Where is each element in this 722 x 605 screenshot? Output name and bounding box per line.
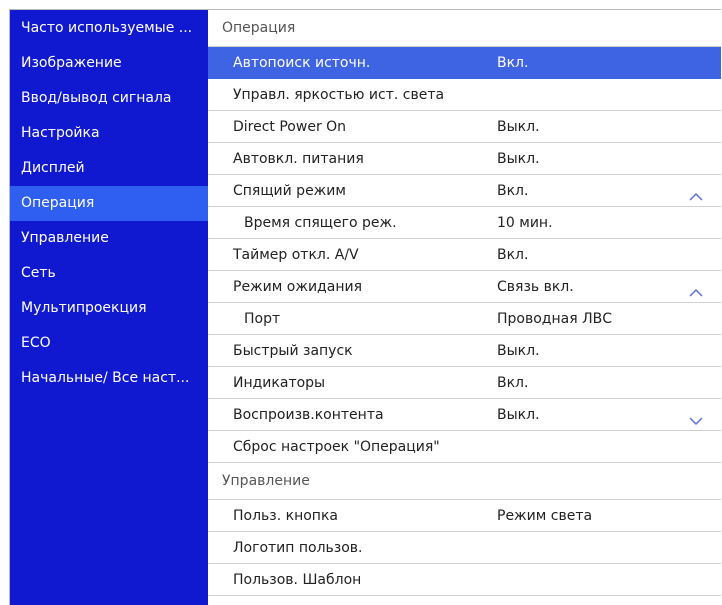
setting-label: Автопоиск источн. — [233, 55, 371, 71]
setting-row[interactable]: Быстрый запуск Выкл. — [208, 335, 721, 367]
sidebar-item[interactable]: Сеть — [10, 256, 208, 291]
chevron-up-icon[interactable] — [688, 184, 704, 201]
settings-window: Часто используемые ... Изображение Ввод/вы… — [9, 9, 721, 605]
setting-value: Выкл. — [497, 151, 540, 167]
setting-value: 10 мин. — [497, 215, 553, 231]
sidebar-item[interactable]: Мультипроекция — [10, 291, 208, 326]
sidebar-item[interactable]: Изображение — [10, 46, 208, 81]
sidebar-item[interactable]: ECO — [10, 326, 208, 361]
sidebar-item[interactable]: Операция — [10, 186, 208, 221]
setting-label: Польз. кнопка — [233, 508, 338, 524]
setting-value: Выкл. — [497, 119, 540, 135]
setting-value: Связь вкл. — [497, 279, 574, 295]
sidebar-item[interactable]: Настройка — [10, 116, 208, 151]
sidebar-item[interactable]: Дисплей — [10, 151, 208, 186]
setting-row[interactable]: Direct Power On Выкл. — [208, 111, 721, 143]
setting-label: Автовкл. питания — [233, 151, 364, 167]
setting-value: Проводная ЛВС — [497, 311, 612, 327]
setting-row[interactable]: Логотип пользов. — [208, 532, 721, 564]
setting-row[interactable]: Режим ожидания Связь вкл. — [208, 271, 721, 303]
setting-row[interactable]: Пользов. Шаблон — [208, 564, 721, 596]
setting-label: Воспроизв.контента — [233, 407, 384, 423]
setting-row[interactable]: Автопоиск источн. Вкл. — [208, 47, 721, 79]
setting-label: Порт — [244, 311, 281, 327]
setting-row[interactable]: Таймер откл. A/V Вкл. — [208, 239, 721, 271]
settings-panel: Операция Автопоиск источн. Вкл. Управл. яр… — [208, 10, 721, 605]
setting-value: Режим света — [497, 508, 593, 524]
setting-row[interactable]: Порт Проводная ЛВС — [208, 303, 721, 335]
setting-value: Выкл. — [497, 407, 540, 423]
setting-row[interactable]: Индикаторы Вкл. — [208, 367, 721, 399]
setting-row[interactable]: Время спящего реж. 10 мин. — [208, 207, 721, 239]
sidebar-item[interactable]: Ввод/вывод сигнала — [10, 81, 208, 116]
chevron-down-icon[interactable] — [688, 408, 704, 426]
section-header-management: Управление — [208, 463, 721, 500]
setting-value: Вкл. — [497, 183, 529, 199]
setting-label: Пользов. Шаблон — [233, 572, 362, 588]
setting-row[interactable]: Автовкл. питания Выкл. — [208, 143, 721, 175]
setting-value: Вкл. — [497, 55, 529, 71]
sidebar-item[interactable]: Начальные/ Все наст... — [10, 361, 208, 396]
setting-label: Спящий режим — [233, 183, 346, 199]
setting-row[interactable]: Польз. кнопка Режим света — [208, 500, 721, 532]
section-header-operation: Операция — [208, 10, 721, 47]
setting-label: Время спящего реж. — [244, 215, 397, 231]
setting-label: Direct Power On — [233, 119, 347, 135]
setting-label: Управл. яркостью ист. света — [233, 87, 445, 103]
setting-label: Индикаторы — [233, 375, 326, 391]
setting-value: Вкл. — [497, 375, 529, 391]
chevron-up-icon[interactable] — [688, 280, 704, 297]
sidebar-menu: Часто используемые ... Изображение Ввод/вы… — [10, 10, 208, 605]
setting-row[interactable]: Сброс настроек "Операция" — [208, 431, 721, 463]
setting-row[interactable]: Управл. яркостью ист. света — [208, 79, 721, 111]
setting-label: Логотип пользов. — [233, 540, 363, 556]
setting-label: Сброс настроек "Операция" — [233, 439, 440, 455]
setting-row[interactable]: Спящий режим Вкл. — [208, 175, 721, 207]
setting-label: Режим ожидания — [233, 279, 362, 295]
sidebar-item[interactable]: Часто используемые ... — [10, 10, 208, 46]
setting-row[interactable]: Воспроизв.контента Выкл. — [208, 399, 721, 431]
setting-label: Быстрый запуск — [233, 343, 353, 359]
setting-label: Таймер откл. A/V — [233, 247, 359, 263]
setting-value: Выкл. — [497, 343, 540, 359]
sidebar-item[interactable]: Управление — [10, 221, 208, 256]
setting-value: Вкл. — [497, 247, 529, 263]
